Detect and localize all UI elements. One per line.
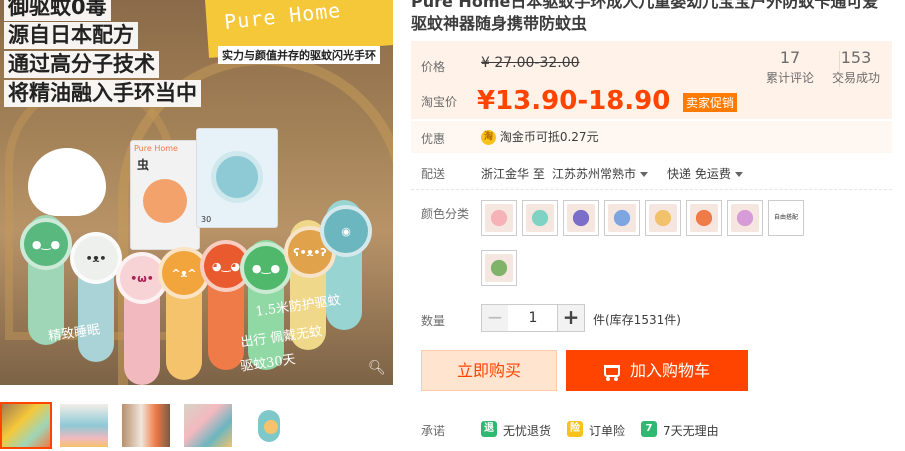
swatch-thumbnail <box>649 204 677 232</box>
shipping-destination: 江苏苏州常熟市 <box>552 167 637 181</box>
brand-subtitle: 实力与颜值并存的驱蚊闪光手环 <box>218 46 380 64</box>
deals-label: 交易成功 <box>831 71 880 85</box>
shield-icon: 险 <box>567 421 583 437</box>
frog-face: ●‿● <box>20 218 72 270</box>
cartoon-cloud <box>28 148 106 216</box>
astronaut-face: ◉ <box>320 205 372 257</box>
color-swatch-2[interactable] <box>522 200 558 236</box>
promo-line-3: 通过高分子技术 <box>4 51 159 78</box>
thumbnail-5[interactable] <box>244 402 296 449</box>
swatch-thumbnail: 自由搭配 <box>772 204 800 232</box>
divider <box>411 189 892 190</box>
price-panel: 价格 ¥ 27.00-32.00 17 累计评论 153 交易成功 淘宝价 ¥1… <box>411 41 892 119</box>
cart-icon <box>603 365 620 381</box>
thumbnail-2[interactable] <box>58 402 110 449</box>
color-swatch-4[interactable] <box>604 200 640 236</box>
swatch-thumbnail <box>690 204 718 232</box>
color-label: 颜色分类 <box>421 207 470 221</box>
discount-row: 优惠 淘 淘金币可抵0.27元 <box>411 121 892 153</box>
swatch-thumbnail <box>485 254 513 282</box>
promo-line-2: 源自日本配方 <box>4 22 138 49</box>
thumbnail-3[interactable] <box>120 402 172 449</box>
shipping-destination-select[interactable]: 江苏苏州常熟市 <box>552 165 649 182</box>
reviews-stat[interactable]: 17 累计评论 <box>760 48 820 86</box>
discount-label: 优惠 <box>421 132 446 146</box>
zoom-icon[interactable]: 🔍︎ <box>368 360 386 376</box>
thumbnail-1[interactable] <box>0 402 52 449</box>
promise-item-seven-day[interactable]: 7天无理由 <box>663 422 719 439</box>
promo-tag[interactable]: 卖家促销 <box>683 93 738 112</box>
discount-content: 淘 淘金币可抵0.27元 <box>481 128 599 145</box>
quantity-increase-button[interactable]: + <box>557 304 585 332</box>
shipping-from: 浙江金华 至 <box>481 167 545 181</box>
coin-icon: 淘 <box>481 130 496 145</box>
color-swatch-6[interactable] <box>686 200 722 236</box>
shipping-method-select[interactable]: 快递 免运费 <box>667 165 743 182</box>
shipping-method: 快递 免运费 <box>667 167 731 181</box>
truck-icon: 退 <box>481 421 497 437</box>
sale-price-label: 淘宝价 <box>421 95 458 109</box>
product-title: Pure Home日本驱蚊手环成人儿童婴幼儿宝宝户外防蚊卡通可爱驱蚊神器随身携带… <box>411 0 879 33</box>
add-to-cart-label: 加入购物车 <box>629 361 710 380</box>
quantity-label: 数量 <box>421 314 446 328</box>
swatch-thumbnail <box>567 204 595 232</box>
color-swatch-9[interactable] <box>481 250 517 286</box>
swatch-thumbnail <box>485 204 513 232</box>
swatch-thumbnail <box>526 204 554 232</box>
stock-text: 件(库存1531件) <box>593 313 681 327</box>
promise-item-return[interactable]: 无忧退货 <box>503 422 551 439</box>
chevron-down-icon <box>734 172 743 177</box>
discount-amount: 0.27元 <box>559 130 599 144</box>
original-price-label: 价格 <box>421 60 446 74</box>
buy-now-button[interactable]: 立即购买 <box>421 350 557 391</box>
promise-item-insurance[interactable]: 订单险 <box>589 422 625 439</box>
color-swatch-7[interactable] <box>727 200 763 236</box>
color-swatch-1[interactable] <box>481 200 517 236</box>
deals-count: 153 <box>840 48 872 67</box>
chevron-down-icon <box>640 172 649 177</box>
sale-price: ¥13.90-18.90 <box>477 86 671 116</box>
discount-text: 淘金币可抵 <box>499 130 560 144</box>
panda-face: •ᴥ• <box>70 232 122 284</box>
product-box-left: Pure Home 虫 <box>130 140 200 250</box>
reviews-count: 17 <box>779 48 801 67</box>
seven-day-icon: 7 <box>641 421 657 437</box>
add-to-cart-button[interactable]: 加入购物车 <box>566 350 748 391</box>
product-box-right: 30 <box>196 128 278 228</box>
quantity-input[interactable]: 1 <box>508 304 558 332</box>
color-swatch-3[interactable] <box>563 200 599 236</box>
promo-line-4: 将精油融入手环当中 <box>4 80 201 107</box>
color-swatch-5[interactable] <box>645 200 681 236</box>
swatch-thumbnail <box>731 204 759 232</box>
reviews-label: 累计评论 <box>765 71 814 85</box>
thumbnail-4[interactable] <box>182 402 234 449</box>
promise-label: 承诺 <box>421 424 446 438</box>
deals-stat: 153 交易成功 <box>826 48 886 86</box>
swatch-thumbnail <box>608 204 636 232</box>
promo-line-1: 御驱蚊0毒 <box>4 0 111 21</box>
original-price: ¥ 27.00-32.00 <box>481 55 580 71</box>
color-swatch-8[interactable]: 自由搭配 <box>768 200 804 236</box>
main-product-image[interactable]: 御驱蚊0毒 源自日本配方 通过高分子技术 将精油融入手环当中 Pure Home… <box>0 0 393 385</box>
shipping-label: 配送 <box>421 167 446 181</box>
thumbnail-strip <box>0 398 393 451</box>
quantity-decrease-button[interactable]: − <box>481 304 509 332</box>
